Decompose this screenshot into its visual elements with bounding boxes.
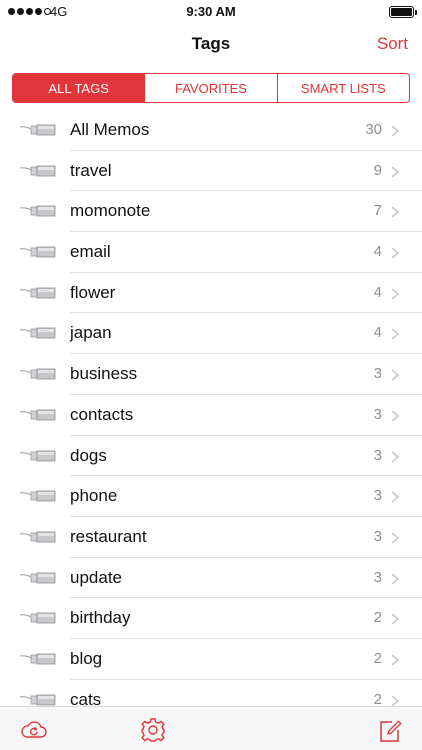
tag-icon xyxy=(19,123,56,137)
tag-icon xyxy=(19,449,56,463)
tag-label: momonote xyxy=(70,201,151,221)
navigation-bar: Tags Sort xyxy=(0,24,422,64)
tag-icon xyxy=(19,245,56,259)
chevron-right-icon xyxy=(390,165,400,178)
compose-icon[interactable] xyxy=(376,717,404,743)
tag-count: 2 xyxy=(373,690,382,706)
tag-label: cats xyxy=(70,689,102,706)
tag-icon xyxy=(19,286,56,300)
list-item[interactable]: business 3 xyxy=(0,354,422,395)
list-item[interactable]: travel 9 xyxy=(0,151,422,192)
tag-count: 2 xyxy=(373,649,382,667)
list-item[interactable]: phone 3 xyxy=(0,476,422,517)
list-item[interactable]: japan 4 xyxy=(0,313,422,355)
list-item[interactable]: contacts 3 xyxy=(0,395,422,436)
list-item[interactable]: birthday 2 xyxy=(0,598,422,639)
tag-label: flower xyxy=(70,282,116,302)
tag-count: 3 xyxy=(373,527,382,545)
chevron-right-icon xyxy=(390,124,400,137)
tag-count: 3 xyxy=(373,568,382,586)
chevron-right-icon xyxy=(390,409,400,422)
list-item[interactable]: restaurant 3 xyxy=(0,517,422,558)
chevron-right-icon xyxy=(390,450,400,463)
tab-smart-lists[interactable]: SMART LISTS xyxy=(278,74,409,102)
tag-count: 4 xyxy=(373,243,382,261)
tag-icon xyxy=(19,164,56,178)
tag-count: 4 xyxy=(373,324,382,342)
status-time: 9:30 AM xyxy=(186,4,236,19)
tag-icon xyxy=(19,367,56,381)
tag-icon xyxy=(19,530,56,544)
list-item[interactable]: All Memos 30 xyxy=(0,110,422,151)
tab-favorites[interactable]: FAVORITES xyxy=(145,74,278,102)
chevron-right-icon xyxy=(390,368,400,381)
list-item[interactable]: blog 2 xyxy=(0,639,422,680)
tag-count: 3 xyxy=(373,405,382,423)
tag-label: All Memos xyxy=(70,120,150,139)
chevron-right-icon xyxy=(390,327,400,341)
tag-count: 4 xyxy=(373,283,382,301)
chevron-right-icon xyxy=(390,572,400,585)
tag-label: update xyxy=(70,567,122,587)
chevron-right-icon xyxy=(390,287,400,300)
list-item[interactable]: cats 2 xyxy=(0,680,422,706)
tag-label: email xyxy=(70,242,111,262)
tag-label: contacts xyxy=(70,404,134,424)
chevron-right-icon xyxy=(390,490,400,503)
tag-icon xyxy=(19,326,56,340)
list-item[interactable]: momonote 7 xyxy=(0,191,422,233)
battery-icon xyxy=(389,6,417,18)
tag-icon xyxy=(19,489,56,503)
tag-label: phone xyxy=(70,486,118,506)
tag-count: 9 xyxy=(373,161,382,179)
tag-label: travel xyxy=(70,160,112,180)
status-bar: 4G 9:30 AM xyxy=(0,0,422,24)
bottom-toolbar xyxy=(0,706,422,750)
list-item[interactable]: email 4 xyxy=(0,232,422,273)
cloud-sync-icon[interactable] xyxy=(20,717,48,743)
tag-icon xyxy=(19,652,56,666)
list-item[interactable]: update 3 xyxy=(0,558,422,599)
tag-label: japan xyxy=(70,323,112,343)
tag-icon xyxy=(19,571,56,585)
gear-icon[interactable] xyxy=(139,717,167,743)
chevron-right-icon xyxy=(390,694,400,706)
chevron-right-icon xyxy=(390,246,400,259)
tag-icon xyxy=(19,693,56,706)
tag-icon xyxy=(19,611,56,625)
tag-label: restaurant xyxy=(70,526,147,546)
tag-label: birthday xyxy=(70,608,131,628)
chevron-right-icon xyxy=(390,612,400,625)
tag-count: 30 xyxy=(365,121,382,138)
chevron-right-icon xyxy=(390,531,400,544)
tag-label: blog xyxy=(70,648,103,668)
tag-filter-segmented-control: ALL TAGS FAVORITES SMART LISTS xyxy=(12,73,410,103)
chevron-right-icon xyxy=(390,205,400,218)
tag-icon xyxy=(19,204,56,218)
tag-count: 3 xyxy=(373,446,382,464)
tag-label: business xyxy=(70,364,138,384)
chevron-right-icon xyxy=(390,653,400,666)
tag-count: 7 xyxy=(373,202,382,220)
tab-all-tags[interactable]: ALL TAGS xyxy=(13,74,146,102)
tag-count: 3 xyxy=(373,365,382,383)
tag-list: All Memos 30 travel 9 momonote 7 email 4 flower 4… xyxy=(0,110,422,706)
tag-count: 3 xyxy=(373,487,382,505)
page-title: Tags xyxy=(191,34,231,53)
tag-icon xyxy=(19,408,56,422)
tag-count: 2 xyxy=(373,609,382,627)
list-item[interactable]: flower 4 xyxy=(0,273,422,314)
list-item[interactable]: dogs 3 xyxy=(0,436,422,477)
sort-button[interactable]: Sort xyxy=(377,34,408,54)
tag-label: dogs xyxy=(70,445,107,465)
